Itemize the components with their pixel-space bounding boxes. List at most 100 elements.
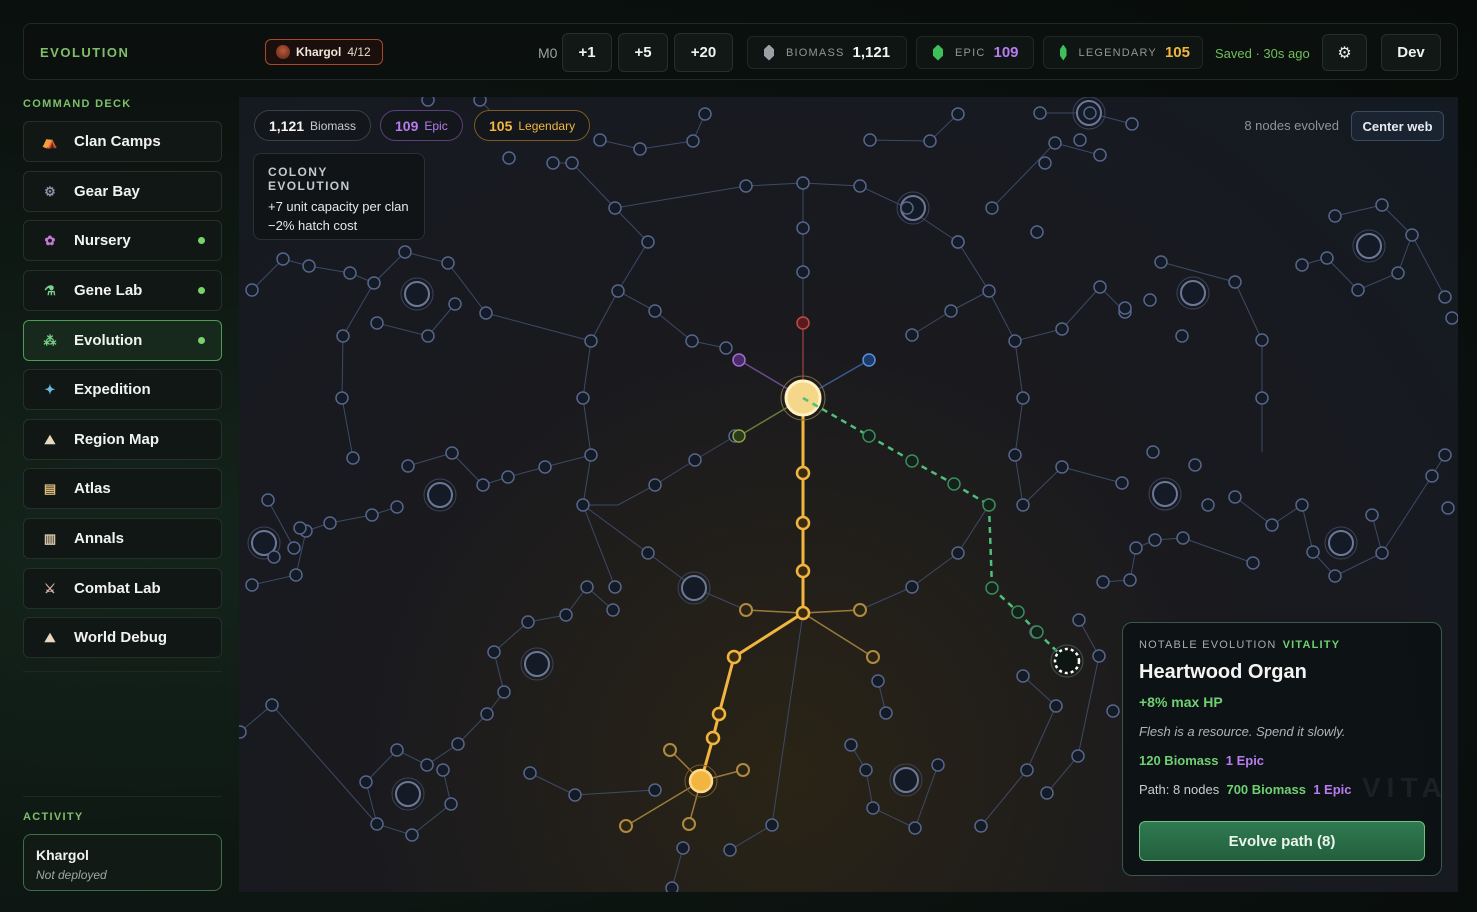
web-node[interactable] (1016, 498, 1030, 512)
web-node[interactable] (1306, 545, 1320, 559)
web-node[interactable] (1295, 258, 1309, 272)
web-node[interactable] (606, 603, 620, 617)
web-node[interactable] (665, 881, 679, 892)
web-node[interactable] (289, 568, 303, 582)
sidebar-item-atlas[interactable]: ▤ Atlas (23, 468, 222, 509)
dev-button[interactable]: Dev (1381, 34, 1441, 71)
web-node[interactable] (1030, 225, 1044, 239)
web-node[interactable] (398, 245, 412, 259)
web-node[interactable] (859, 763, 873, 777)
web-node[interactable] (1438, 448, 1452, 462)
web-node[interactable] (265, 698, 279, 712)
web-node[interactable] (302, 259, 316, 273)
web-node[interactable] (1072, 613, 1086, 627)
evolved-node[interactable] (795, 465, 811, 481)
web-node[interactable] (421, 329, 435, 343)
evolved-notable-node[interactable] (688, 768, 714, 794)
web-node[interactable] (441, 256, 455, 270)
web-node[interactable] (1175, 329, 1189, 343)
planned-node[interactable] (982, 498, 996, 512)
web-node[interactable] (1038, 156, 1052, 170)
web-node[interactable] (473, 97, 487, 107)
evolved-node[interactable] (795, 563, 811, 579)
web-node[interactable] (879, 706, 893, 720)
web-node[interactable] (1246, 556, 1260, 570)
web-node[interactable] (1093, 148, 1107, 162)
web-node[interactable] (866, 801, 880, 815)
web-node[interactable] (287, 541, 301, 555)
activity-card[interactable]: Khargol Not deployed (23, 834, 222, 891)
mind-start-node[interactable] (732, 353, 746, 367)
web-node[interactable] (1016, 669, 1030, 683)
web-node[interactable] (719, 341, 733, 355)
web-node[interactable] (476, 478, 490, 492)
web-node[interactable] (448, 297, 462, 311)
planned-node[interactable] (1030, 625, 1044, 639)
web-node[interactable] (1106, 704, 1120, 718)
clan-selector[interactable]: Khargol 4/12 (265, 39, 383, 65)
available-node[interactable] (739, 603, 753, 617)
web-node[interactable] (985, 201, 999, 215)
available-node[interactable] (736, 763, 750, 777)
selected-notable-node[interactable] (1053, 647, 1081, 675)
socket-node[interactable] (893, 767, 919, 793)
evolved-node[interactable] (705, 730, 721, 746)
web-node[interactable] (401, 459, 415, 473)
web-node[interactable] (974, 819, 988, 833)
web-node[interactable] (370, 817, 384, 831)
web-node[interactable] (593, 133, 607, 147)
web-node[interactable] (261, 493, 275, 507)
web-node[interactable] (1201, 498, 1215, 512)
sidebar-item-nursery[interactable]: ✿ Nursery (23, 220, 222, 261)
web-node[interactable] (1055, 460, 1069, 474)
web-node[interactable] (335, 391, 349, 405)
web-node[interactable] (576, 391, 590, 405)
available-node[interactable] (663, 743, 677, 757)
web-node[interactable] (367, 276, 381, 290)
web-node[interactable] (608, 580, 622, 594)
web-node[interactable] (420, 758, 434, 772)
web-node[interactable] (796, 265, 810, 279)
sidebar-item-annals[interactable]: ▥ Annals (23, 518, 222, 559)
web-node[interactable] (1405, 228, 1419, 242)
sidebar-item-clan-camps[interactable]: ⛺ Clan Camps (23, 121, 222, 162)
web-node[interactable] (923, 134, 937, 148)
web-node[interactable] (1129, 541, 1143, 555)
evolve-path-button[interactable]: Evolve path (8) (1139, 821, 1425, 861)
web-node[interactable] (1375, 198, 1389, 212)
web-node[interactable] (1255, 333, 1269, 347)
settings-button[interactable]: ⚙ (1322, 34, 1367, 71)
web-node[interactable] (1320, 251, 1334, 265)
web-node[interactable] (576, 498, 590, 512)
web-node[interactable] (1048, 136, 1062, 150)
web-node[interactable] (359, 775, 373, 789)
web-node[interactable] (863, 133, 877, 147)
web-node[interactable] (501, 470, 515, 484)
web-node[interactable] (871, 674, 885, 688)
web-node[interactable] (688, 453, 702, 467)
web-node[interactable] (1154, 255, 1168, 269)
web-node[interactable] (905, 580, 919, 594)
web-node[interactable] (1188, 458, 1202, 472)
web-node[interactable] (538, 460, 552, 474)
web-node[interactable] (479, 306, 493, 320)
web-node[interactable] (390, 500, 404, 514)
web-node[interactable] (293, 521, 307, 535)
planned-node[interactable] (985, 581, 999, 595)
planned-node[interactable] (1011, 605, 1025, 619)
sidebar-item-evolution[interactable]: ⁂ Evolution (23, 320, 222, 361)
web-node[interactable] (1425, 469, 1439, 483)
web-node[interactable] (739, 179, 753, 193)
web-node[interactable] (487, 645, 501, 659)
web-node[interactable] (982, 284, 996, 298)
web-node[interactable] (370, 316, 384, 330)
web-node[interactable] (436, 763, 450, 777)
web-node[interactable] (239, 725, 247, 739)
web-node[interactable] (502, 151, 516, 165)
web-node[interactable] (765, 818, 779, 832)
web-node[interactable] (497, 685, 511, 699)
web-node[interactable] (276, 252, 290, 266)
web-node[interactable] (1040, 786, 1054, 800)
web-node[interactable] (1071, 749, 1085, 763)
web-node[interactable] (608, 201, 622, 215)
